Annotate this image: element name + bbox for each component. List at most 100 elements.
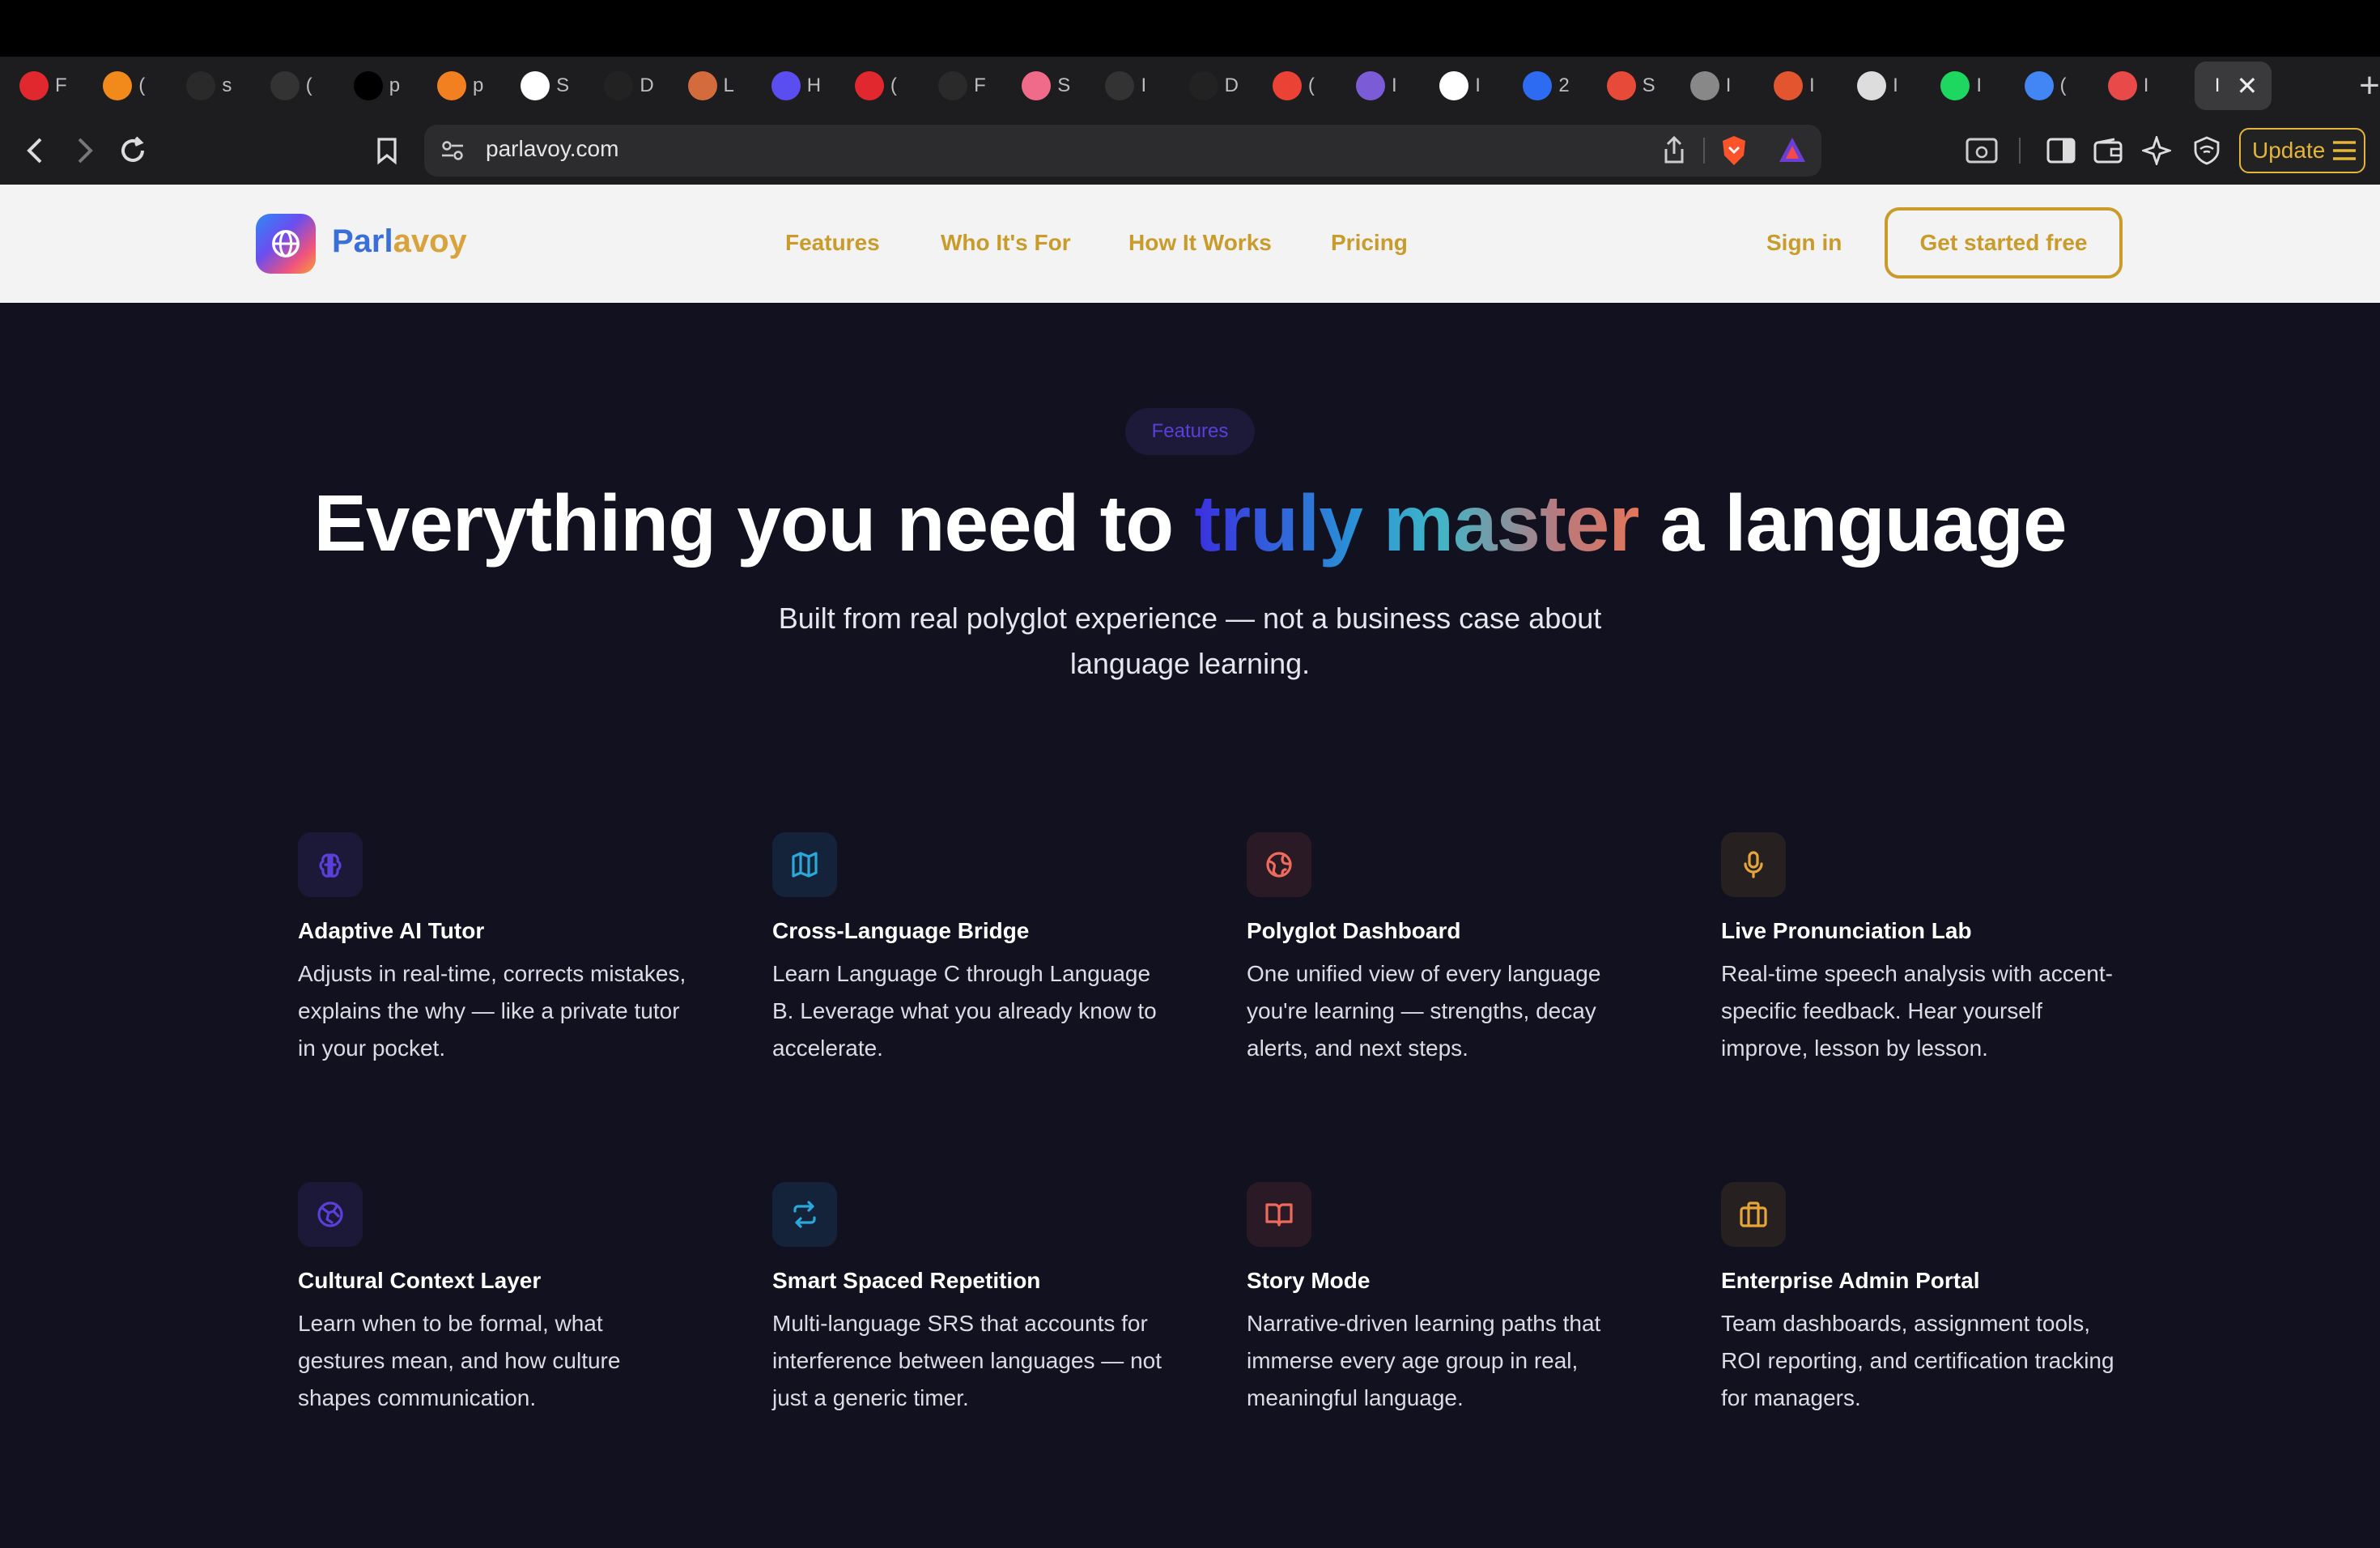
subheadline: Built from real polyglot experience — no…: [778, 602, 1602, 680]
wallet-icon: [2093, 138, 2123, 164]
globe-logo-icon: [272, 230, 300, 257]
browser-tab[interactable]: I: [1349, 62, 1433, 110]
bookmark-button[interactable]: [364, 128, 410, 173]
reload-button[interactable]: [110, 128, 155, 173]
purple-tab-icon: [771, 71, 801, 100]
feature-description: Narrative-driven learning paths that imm…: [1247, 1311, 1601, 1410]
brave-rewards-icon[interactable]: [1778, 136, 1807, 165]
gmail-alt-tab-icon: [1356, 71, 1385, 100]
browser-tab[interactable]: I: [1433, 62, 1516, 110]
browser-tab[interactable]: I: [1767, 62, 1851, 110]
tab-title: (: [305, 74, 312, 96]
microphone-icon: [1721, 832, 1786, 897]
book-icon: [1247, 1182, 1311, 1247]
tab-title: (: [1307, 74, 1315, 96]
sparkle-icon: [2142, 136, 2171, 165]
logo-mark[interactable]: [256, 214, 316, 274]
back-button[interactable]: [13, 128, 58, 173]
browser-tab[interactable]: (: [264, 62, 347, 110]
reload-icon: [121, 136, 144, 162]
reader-mode-button[interactable]: [1964, 133, 2000, 168]
browser-tab[interactable]: (: [96, 62, 180, 110]
nav-features[interactable]: Features: [785, 230, 880, 256]
browser-tab[interactable]: (: [2018, 62, 2102, 110]
browser-tab[interactable]: (: [848, 62, 932, 110]
browser-tab[interactable]: F: [932, 62, 1015, 110]
tab-title: D: [640, 74, 654, 96]
brain-icon: [298, 832, 363, 897]
red-stripes-tab-icon: [1606, 71, 1636, 100]
browser-tab[interactable]: 2: [1516, 62, 1600, 110]
feature-description: Learn when to be formal, what gestures m…: [298, 1311, 621, 1410]
brave-shield-icon[interactable]: [1719, 134, 1749, 167]
tab-title: I: [1808, 74, 1815, 96]
browser-tab[interactable]: I: [2102, 62, 2185, 110]
sign-in-link[interactable]: Sign in: [1766, 230, 1842, 256]
browser-tab[interactable]: I: [1851, 62, 1934, 110]
address-bar-row: parlavoy.com Update: [0, 115, 2380, 185]
translate-tab-icon: [2024, 71, 2054, 100]
wallet-button[interactable]: [2090, 133, 2126, 168]
browser-tab[interactable]: D: [597, 62, 681, 110]
get-started-button[interactable]: Get started free: [1885, 207, 2123, 279]
brand-wordmark[interactable]: Parlavoy: [332, 223, 467, 260]
apple-tab-icon: [1857, 71, 1887, 100]
globe-icon: [1247, 832, 1311, 897]
feature-description: Learn Language C through Language B. Lev…: [772, 961, 1157, 1061]
leo-ai-button[interactable]: [2139, 133, 2174, 168]
sidebar-toggle-button[interactable]: [2043, 133, 2079, 168]
tab-title: S: [556, 74, 570, 96]
vpn-button[interactable]: [2189, 133, 2225, 168]
feature-description: One unified view of every language you'r…: [1247, 961, 1601, 1061]
feature-title: Enterprise Admin Portal: [1721, 1268, 1980, 1293]
feature-card: Smart Spaced Repetition Multi-language SR…: [772, 1182, 1169, 1417]
forward-button[interactable]: [62, 128, 107, 173]
browser-tab[interactable]: D: [1183, 62, 1266, 110]
feature-card: Polyglot Dashboard One unified view of ev…: [1247, 832, 1643, 1067]
tab-title: (: [890, 74, 897, 96]
section-badge: Features: [1125, 408, 1255, 455]
back-arrow-icon: [27, 138, 42, 164]
browser-tab[interactable]: I: [1684, 62, 1767, 110]
close-icon[interactable]: ✕: [2236, 70, 2258, 101]
new-tab-icon[interactable]: +: [2359, 66, 2380, 106]
tab-title: I: [2214, 74, 2221, 96]
dark-circle-tab-icon: [186, 71, 216, 100]
brain-icon-glyph: [319, 853, 342, 878]
browser-tab[interactable]: I: [1099, 62, 1182, 110]
browser-tab[interactable]: p: [431, 62, 514, 110]
triangle-tab-icon: [353, 71, 383, 100]
browser-tab[interactable]: I: [1934, 62, 2017, 110]
red-tab-icon: [19, 71, 49, 100]
nav-who-its-for[interactable]: Who It's For: [941, 230, 1071, 256]
feature-card: Cultural Context Layer Learn when to be f…: [298, 1182, 695, 1417]
feature-card: Story Mode Narrative-driven learning path…: [1247, 1182, 1643, 1417]
browser-tab[interactable]: F: [13, 62, 96, 110]
browser-tab[interactable]: p: [347, 62, 431, 110]
briefcase-icon: [1721, 1182, 1786, 1247]
update-button[interactable]: Update: [2239, 128, 2365, 173]
nav-pricing[interactable]: Pricing: [1331, 230, 1408, 256]
browser-tab[interactable]: S: [514, 62, 597, 110]
image-tab-icon: [687, 71, 717, 100]
browser-tab[interactable]: H: [765, 62, 848, 110]
bookmark-icon: [377, 138, 397, 165]
browser-tab[interactable]: S: [1015, 62, 1099, 110]
forward-arrow-icon: [78, 138, 93, 164]
active-browser-tab[interactable]: I ✕: [2194, 62, 2272, 110]
tab-strip: F(s(p p S D L H(F S I D(I I 2 S I I I I(I I ✕ +: [0, 57, 2380, 115]
update-label: Update: [2252, 138, 2326, 163]
url-field[interactable]: parlavoy.com: [424, 125, 1821, 176]
globe-icon-glyph: [1266, 852, 1292, 878]
feature-title: Adaptive AI Tutor: [298, 918, 485, 943]
tab-title: I: [1141, 74, 1147, 96]
browser-tab[interactable]: s: [180, 62, 263, 110]
browser-tab[interactable]: (: [1266, 62, 1349, 110]
tab-title: S: [1642, 74, 1655, 96]
browser-tab[interactable]: S: [1600, 62, 1684, 110]
tab-title: I: [2143, 74, 2149, 96]
feature-card: Cross-Language Bridge Learn Language C th…: [772, 832, 1169, 1067]
browser-tab[interactable]: L: [682, 62, 765, 110]
tab-title: S: [1057, 74, 1071, 96]
nav-how-it-works[interactable]: How It Works: [1128, 230, 1272, 256]
